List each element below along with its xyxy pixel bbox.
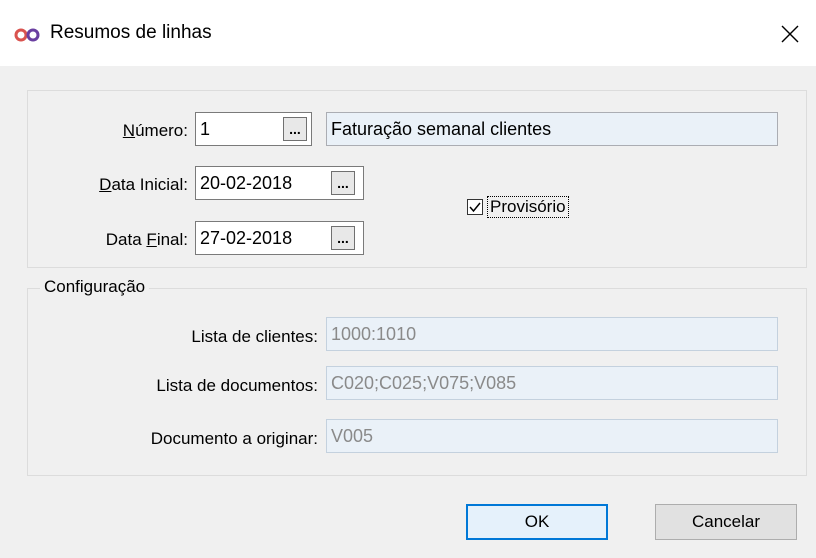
- data-final-lookup-button[interactable]: ...: [331, 226, 355, 250]
- window-title: Resumos de linhas: [50, 22, 212, 43]
- data-final-label: Data Final:: [60, 230, 188, 250]
- close-icon: [781, 25, 799, 43]
- close-button[interactable]: [770, 14, 810, 54]
- lista-clientes-label: Lista de clientes:: [191, 327, 318, 346]
- lista-documentos-label: Lista de documentos:: [156, 376, 318, 395]
- documento-originar-field: [326, 419, 778, 453]
- data-inicial-label-text: ata Inicial:: [111, 175, 188, 194]
- ok-button[interactable]: OK: [466, 504, 608, 540]
- data-final-label-accel: F: [146, 230, 157, 249]
- provisorio-checkbox[interactable]: [467, 199, 483, 215]
- title-bar: Resumos de linhas: [0, 0, 816, 66]
- cancel-button[interactable]: Cancelar: [655, 504, 797, 540]
- lista-clientes-field: [326, 317, 778, 351]
- infinity-logo-icon: [14, 28, 40, 42]
- provisorio-label[interactable]: Provisório: [487, 196, 569, 218]
- checkmark-icon: [469, 202, 481, 213]
- lista-documentos-field: [326, 366, 778, 400]
- numero-label-accel: N: [122, 121, 136, 140]
- data-inicial-label: Data Inicial:: [60, 175, 188, 195]
- data-final-label-text: inal:: [156, 230, 188, 249]
- numero-lookup-button[interactable]: ...: [283, 117, 307, 141]
- configuracao-title: Configuração: [40, 277, 150, 297]
- dialog-body: Número: ... Data Inicial: ... Provisório…: [0, 66, 816, 558]
- numero-description-field: [326, 112, 778, 146]
- provisorio-checkbox-control[interactable]: Provisório: [467, 196, 569, 218]
- data-inicial-lookup-button[interactable]: ...: [331, 171, 355, 195]
- numero-label: Número:: [100, 121, 188, 141]
- data-final-label-pre: Data: [105, 230, 147, 249]
- documento-originar-label: Documento a originar:: [150, 429, 318, 448]
- numero-label-text: úmero:: [135, 121, 188, 140]
- data-inicial-label-accel: D: [99, 175, 112, 194]
